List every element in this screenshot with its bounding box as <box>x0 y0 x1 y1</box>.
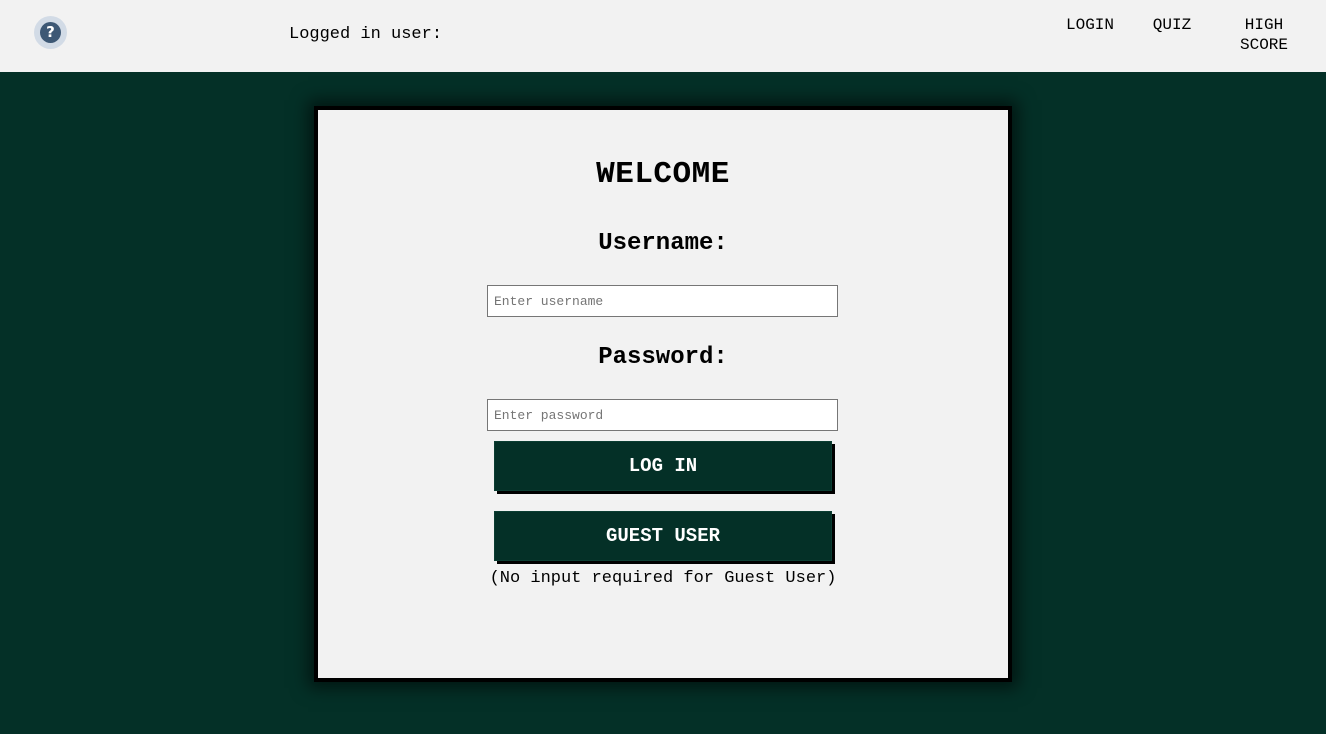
password-input[interactable] <box>487 399 838 431</box>
nav-high-score-line1: HIGH <box>1244 16 1284 34</box>
nav-high-score-line2: SCORE <box>1239 36 1288 54</box>
logged-in-user-status: Logged in user: <box>289 25 452 44</box>
welcome-title: WELCOME <box>596 157 730 192</box>
password-label: Password: <box>598 344 728 371</box>
question-mark-icon: ? <box>40 22 61 43</box>
username-input[interactable] <box>487 285 838 317</box>
nav-high-score-link[interactable]: HIGH SCORE <box>1232 15 1296 55</box>
guest-user-button[interactable]: GUEST USER <box>494 511 832 561</box>
nav-quiz-link[interactable]: QUIZ <box>1149 15 1195 35</box>
login-card: WELCOME Username: Password: LOG IN GUEST… <box>314 106 1012 682</box>
guest-note: (No input required for Guest User) <box>489 569 837 588</box>
help-button[interactable]: ? <box>34 16 67 49</box>
top-bar: ? Logged in user: LOGIN QUIZ HIGH SCORE <box>0 0 1326 72</box>
username-label: Username: <box>598 230 728 257</box>
login-button[interactable]: LOG IN <box>494 441 832 491</box>
nav-login-link[interactable]: LOGIN <box>1062 15 1118 35</box>
logged-in-label: Logged in user: <box>289 25 443 44</box>
